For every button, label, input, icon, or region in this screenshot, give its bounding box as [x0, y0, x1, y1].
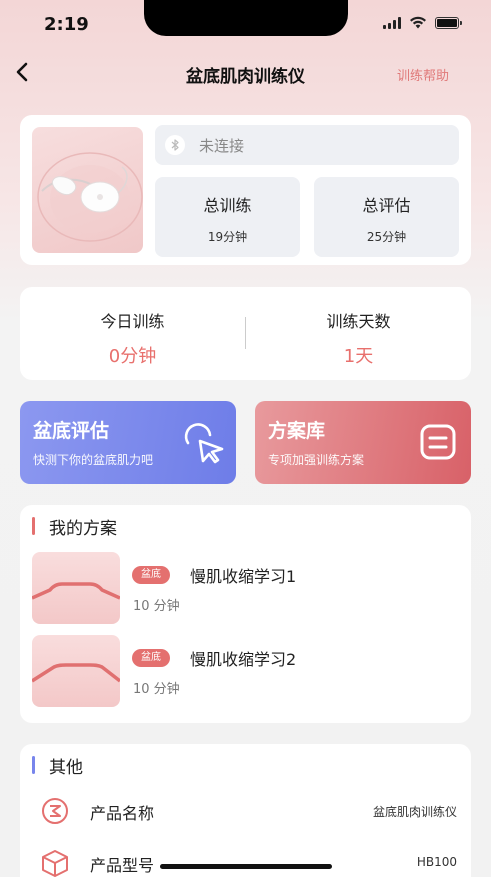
plan-tag: 盆底 — [132, 649, 170, 667]
pelvic-evaluation-button[interactable]: 盆底评估 快测下你的盆底肌力吧 — [20, 401, 236, 484]
other-card: 其他 产品名称 盆底肌肉训练仪 产品型号 HB100 — [20, 744, 471, 877]
plan-thumbnail — [32, 552, 120, 624]
plan-item[interactable]: 盆底 慢肌收缩学习2 10 分钟 — [32, 635, 462, 707]
bluetooth-icon — [165, 135, 185, 155]
device-card: 未连接 总训练 19分钟 总评估 25分钟 — [20, 115, 471, 265]
cellular-signal-icon — [383, 16, 401, 29]
plan-name: 慢肌收缩学习1 — [190, 567, 297, 586]
my-plans-header: 我的方案 — [32, 515, 117, 539]
nav-bar: 盆底肌肉训练仪 训练帮助 — [0, 50, 491, 96]
library-subtitle: 专项加强训练方案 — [268, 453, 365, 467]
cursor-click-icon — [184, 423, 224, 464]
status-time: 2:19 — [44, 14, 89, 35]
plan-duration: 10 分钟 — [133, 599, 180, 614]
bluetooth-connection-button[interactable]: 未连接 — [155, 125, 459, 165]
product-model-value: HB100 — [416, 855, 457, 869]
today-summary-card: 今日训练 0分钟 训练天数 1天 — [20, 287, 471, 380]
plan-duration: 10 分钟 — [133, 682, 180, 697]
product-name-row[interactable]: 产品名称 盆底肌肉训练仪 — [20, 788, 471, 836]
plan-thumbnail — [32, 635, 120, 707]
connection-status: 未连接 — [199, 136, 245, 155]
stat-label: 总训练 — [203, 196, 252, 215]
library-title: 方案库 — [268, 420, 326, 442]
device-notch — [144, 0, 348, 36]
battery-icon — [435, 16, 462, 29]
stat-label: 总评估 — [362, 196, 411, 215]
plan-tag: 盆底 — [132, 566, 170, 584]
stat-value: 25分钟 — [366, 230, 407, 244]
product-name-icon — [42, 798, 68, 824]
other-title: 其他 — [49, 757, 83, 778]
my-plans-card: 我的方案 盆底 慢肌收缩学习1 10 分钟 盆底 慢肌收缩学习2 10 分钟 — [20, 505, 471, 723]
wifi-icon — [410, 16, 426, 29]
training-days-value: 1天 — [343, 346, 374, 367]
product-model-label: 产品型号 — [90, 856, 155, 875]
plan-name: 慢肌收缩学习2 — [190, 650, 297, 669]
plan-item[interactable]: 盆底 慢肌收缩学习1 10 分钟 — [32, 552, 462, 624]
today-training-value: 0分钟 — [108, 346, 157, 367]
my-plans-title: 我的方案 — [49, 518, 117, 539]
product-name-label: 产品名称 — [90, 804, 155, 823]
total-training-stat: 总训练 19分钟 — [155, 177, 300, 257]
product-name-value: 盆底肌肉训练仪 — [372, 805, 457, 819]
status-icons — [383, 16, 462, 29]
today-training-label: 今日训练 — [100, 312, 165, 331]
plan-library-button[interactable]: 方案库 专项加强训练方案 — [255, 401, 471, 484]
stat-value: 19分钟 — [207, 230, 248, 244]
total-evaluation-stat: 总评估 25分钟 — [314, 177, 459, 257]
product-model-row[interactable]: 产品型号 HB100 — [20, 840, 471, 877]
document-icon — [420, 424, 456, 460]
evaluation-title: 盆底评估 — [33, 420, 110, 442]
training-help-link[interactable]: 训练帮助 — [397, 65, 449, 84]
device-image — [32, 127, 143, 253]
status-bar: 2:19 — [0, 0, 491, 50]
home-indicator[interactable] — [160, 864, 332, 869]
cube-icon — [42, 850, 68, 877]
section-marker — [32, 517, 35, 535]
evaluation-subtitle: 快测下你的盆底肌力吧 — [33, 453, 154, 467]
training-days-label: 训练天数 — [326, 312, 391, 331]
today-training: 今日训练 0分钟 — [20, 287, 245, 380]
other-header: 其他 — [32, 754, 83, 778]
section-marker — [32, 756, 35, 774]
training-days: 训练天数 1天 — [246, 287, 471, 380]
